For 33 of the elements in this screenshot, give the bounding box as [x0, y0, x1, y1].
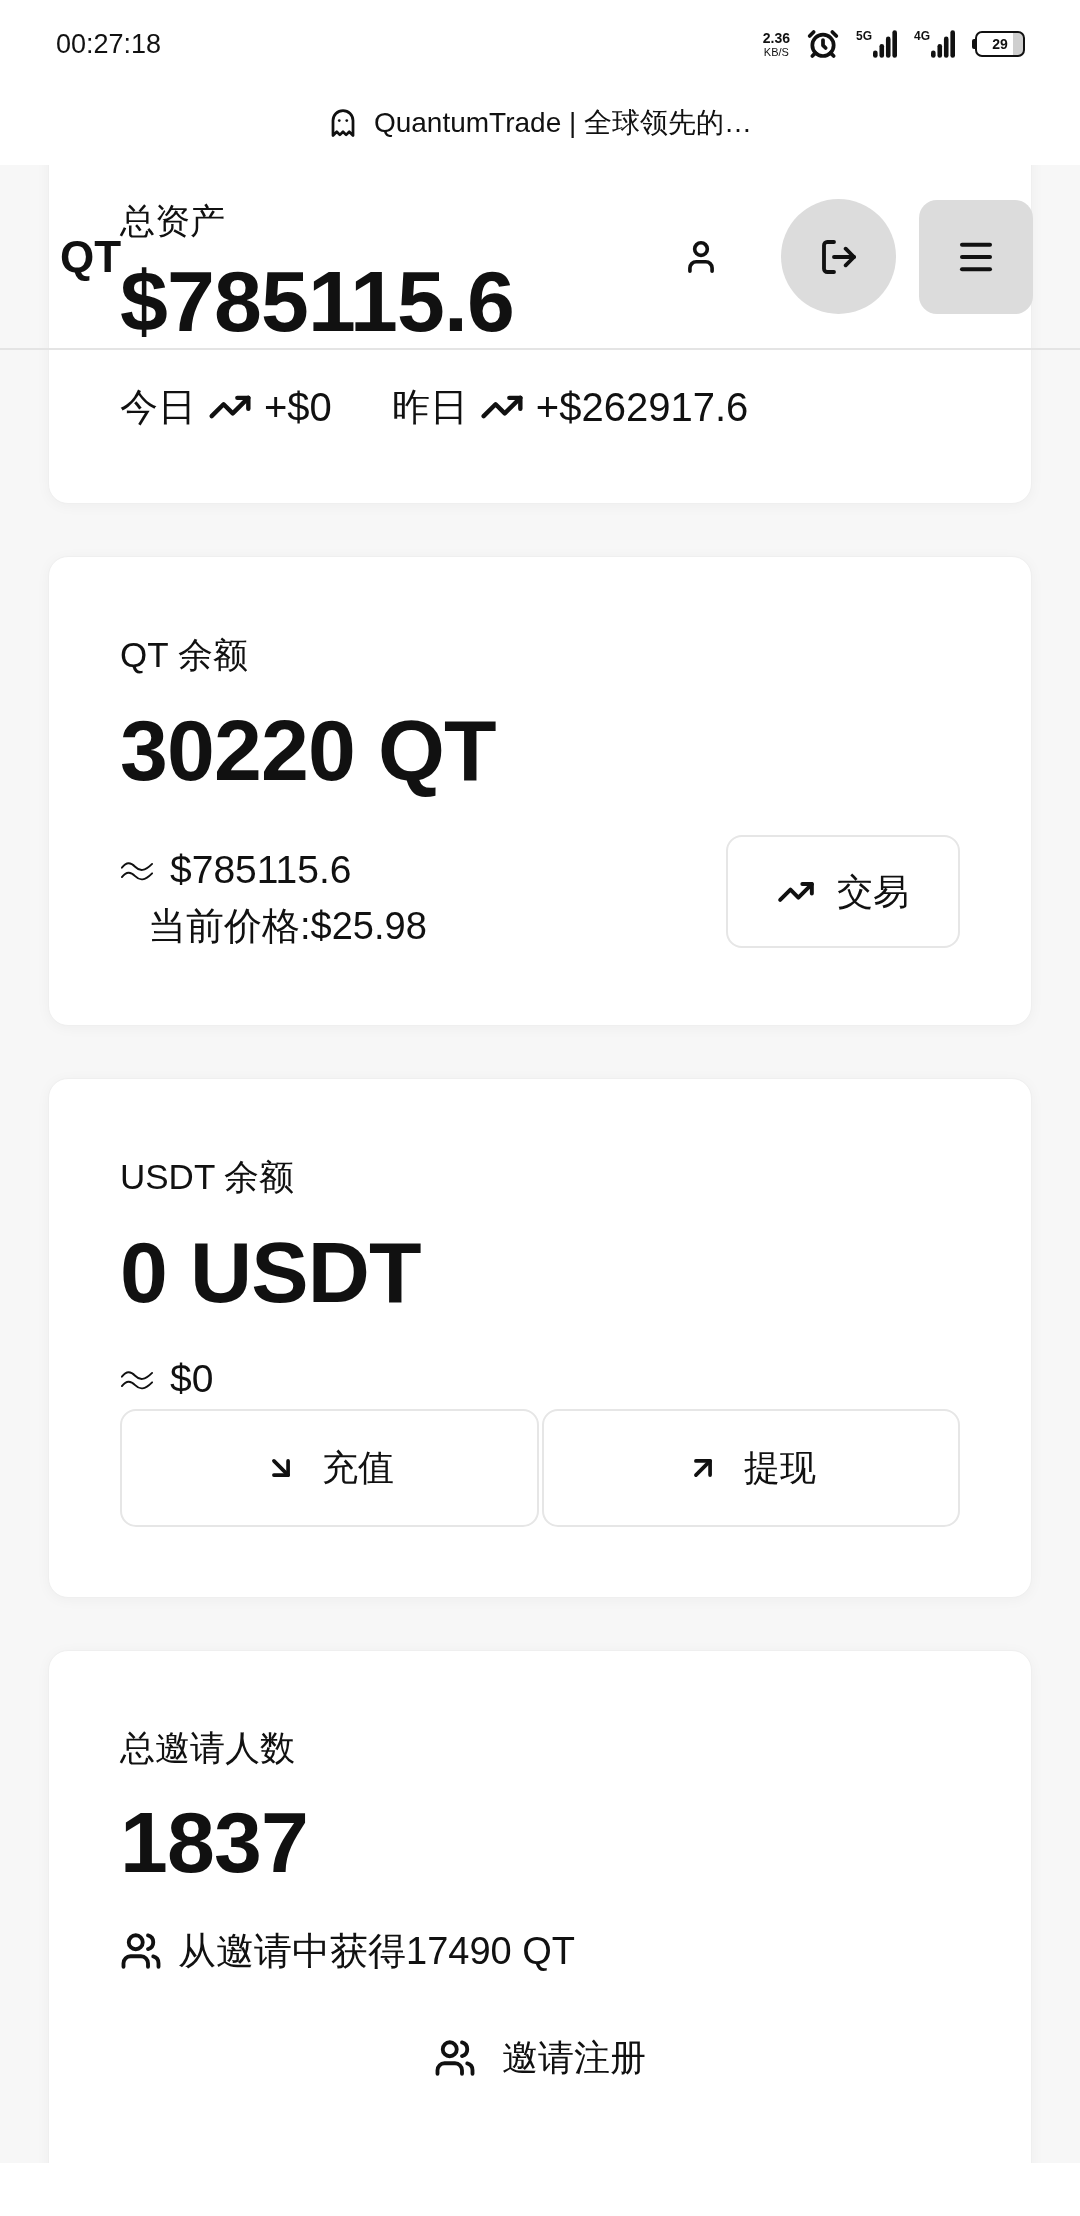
- invite-count: 1837: [120, 1799, 308, 1885]
- waves-icon: [120, 1368, 154, 1390]
- balance-label: USDT 余额: [120, 1157, 295, 1197]
- invite-earnings: 从邀请中获得17490 QT: [178, 1929, 575, 1973]
- change-label: 今日: [120, 385, 196, 429]
- total-assets-label: 总资产: [120, 201, 225, 241]
- waves-icon: [120, 859, 154, 881]
- battery-indicator: 29: [972, 31, 1025, 57]
- menu-button[interactable]: [919, 199, 1033, 314]
- trade-button[interactable]: 交易: [726, 835, 960, 948]
- page-title: QuantumTrade | 全球领先的…: [373, 105, 753, 140]
- change-value: +$0: [264, 385, 332, 429]
- change-value: +$262917.6: [535, 385, 749, 429]
- network-type: 5G: [855, 30, 872, 42]
- users-icon: [120, 1930, 162, 1972]
- network-type: 4G: [914, 30, 930, 42]
- price-text: 当前价格:$25.98: [148, 904, 427, 948]
- balance-amount: 0 USDT: [120, 1229, 421, 1315]
- approx-value: $785115.6: [170, 848, 352, 892]
- change-label: 昨日: [391, 385, 468, 429]
- total-assets-value: $785115.6: [120, 258, 515, 344]
- invite-register-button[interactable]: 邀请注册: [422, 2018, 658, 2098]
- invite-label: 总邀请人数: [120, 1728, 295, 1768]
- withdraw-button[interactable]: 提现: [541, 1409, 960, 1527]
- deposit-button[interactable]: 充值: [120, 1409, 539, 1527]
- status-time: 00:27:18: [56, 27, 162, 61]
- alarm-clock-icon: [806, 28, 839, 60]
- signal-bars-icon: [873, 30, 897, 58]
- network-speed: 2.36 KB/S: [762, 30, 790, 58]
- balance-label: QT 余额: [120, 635, 248, 675]
- signal-bars-icon: [931, 30, 955, 58]
- users-icon: [434, 2037, 476, 2079]
- approx-value: $0: [170, 1357, 214, 1401]
